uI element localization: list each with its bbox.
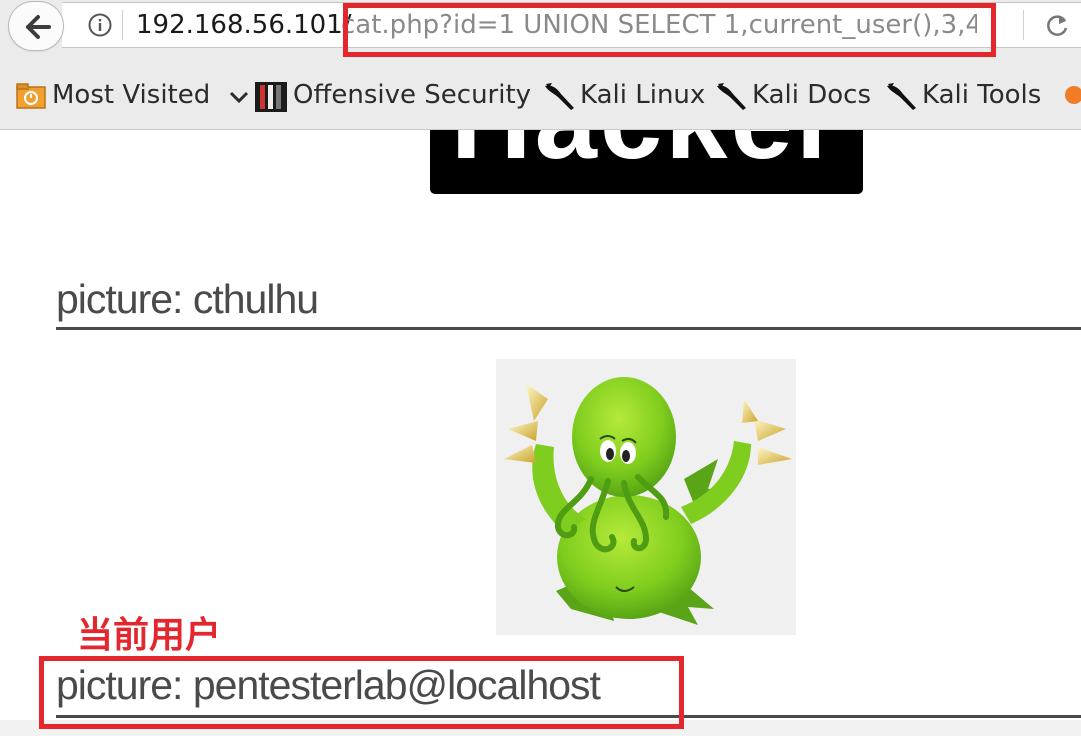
kali-dragon-icon	[887, 83, 916, 110]
back-arrow-icon	[26, 15, 51, 39]
bookmark-label: Most Visited	[52, 80, 211, 110]
cthulhu-picture	[496, 359, 796, 635]
annotation-box-result	[39, 656, 684, 729]
overflow-bookmark-icon[interactable]	[1062, 84, 1081, 106]
chevron-down-icon	[229, 91, 249, 104]
url-host[interactable]: 192.168.56.101/	[136, 10, 352, 40]
logo-text: Hacker	[430, 130, 863, 176]
annotation-box-url	[343, 3, 996, 57]
back-button[interactable]	[8, 1, 64, 51]
url-separator	[122, 10, 123, 40]
folder-icon	[16, 83, 46, 109]
site-logo[interactable]: Hacker	[430, 130, 863, 194]
cthulhu-illustration	[504, 377, 792, 625]
kali-dragon-icon	[545, 83, 574, 110]
annotation-label: 当前用户	[77, 615, 222, 656]
offsec-icon	[255, 82, 287, 112]
info-icon[interactable]	[88, 13, 112, 37]
bookmark-label: Kali Tools	[922, 80, 1042, 110]
bookmark-label: Kali Docs	[752, 80, 872, 110]
title-underline	[56, 327, 1081, 330]
reload-icon[interactable]	[1044, 13, 1070, 39]
bookmark-label: Offensive Security	[293, 80, 532, 110]
bookmark-label: Kali Linux	[580, 80, 706, 110]
url-separator-right	[1023, 10, 1024, 40]
bookmarks-toolbar: Most Visited Offensive Security Kali Lin…	[0, 64, 1081, 130]
picture-title-cthulhu: picture: cthulhu	[56, 276, 319, 322]
kali-dragon-icon	[717, 83, 746, 110]
